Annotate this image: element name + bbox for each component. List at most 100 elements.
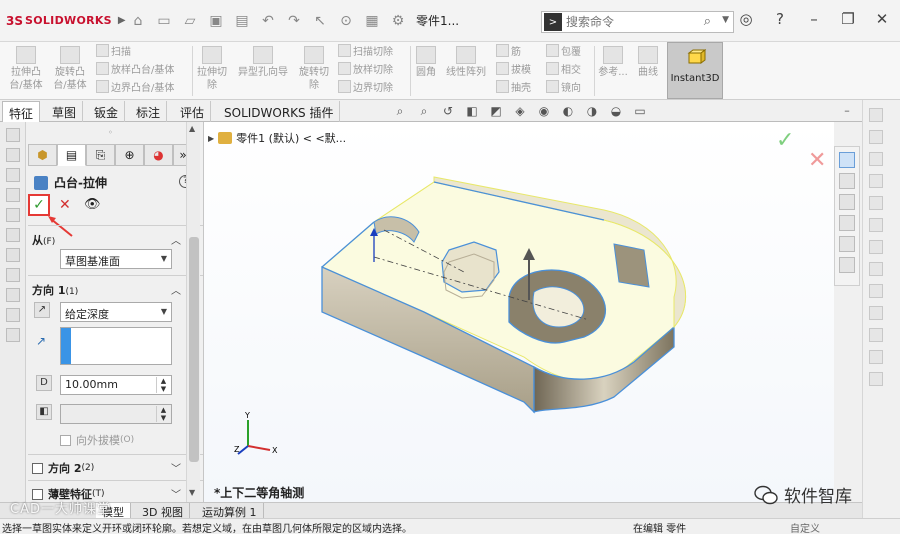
graphics-area[interactable]: ▶ 零件1 (默认) < <默... ✓ ✕ Y X Z *上下二等角轴测 <box>204 122 834 502</box>
expand-chevron-icon[interactable]: ﹀ <box>171 460 181 475</box>
depth-input[interactable]: 10.00mm ▲ ▼ <box>60 375 172 395</box>
search-dropdown-icon[interactable]: ▼ <box>722 15 729 25</box>
rib-button[interactable]: 筋 <box>496 44 521 59</box>
loft-cut-button[interactable]: 放样切除 <box>338 62 393 77</box>
restore-icon[interactable]: ❐ <box>838 10 858 28</box>
loft-button[interactable]: 放样凸台/基体 <box>96 62 174 77</box>
undo-icon[interactable]: ↶ <box>258 11 278 31</box>
feature-manager-tab-icon[interactable]: ⬢ <box>28 144 57 166</box>
fillet-button[interactable]: 圆角 <box>414 46 438 79</box>
tool-icon[interactable] <box>869 328 883 342</box>
panel-grip-icon[interactable]: ◦ <box>108 128 113 137</box>
view-palette-icon[interactable] <box>839 215 855 231</box>
new-document-icon[interactable]: ▭ <box>154 11 174 31</box>
save-icon[interactable]: ▣ <box>206 11 226 31</box>
scroll-down-icon[interactable]: ▼ <box>189 488 195 497</box>
options-gear-icon[interactable]: ⚙ <box>388 11 408 31</box>
hide-show-items-icon[interactable]: ◐ <box>560 103 576 119</box>
tool-icon[interactable] <box>869 350 883 364</box>
collapse-chevron-icon[interactable]: ︿ <box>171 232 181 247</box>
draft-outward-checkbox[interactable]: 向外拔模 (O) <box>60 432 134 448</box>
checkbox[interactable] <box>32 462 43 474</box>
revolve-boss-button[interactable]: 旋转凸台/基体 <box>50 46 90 92</box>
tool-icon[interactable] <box>5 168 20 182</box>
scroll-up-icon[interactable]: ▲ <box>189 124 195 133</box>
cancel-button[interactable]: ✕ <box>59 197 71 213</box>
sweep-button[interactable]: 扫描 <box>96 44 131 59</box>
open-folder-icon[interactable]: ▱ <box>180 11 200 31</box>
revolve-cut-button[interactable]: 旋转切除 <box>298 46 330 92</box>
tool-icon[interactable] <box>869 284 883 298</box>
draft-angle-input[interactable]: ▲ ▼ <box>60 404 172 424</box>
tab-sketch[interactable]: 草图 <box>46 101 84 122</box>
section-view-icon[interactable]: ◧ <box>464 103 480 119</box>
hole-wizard-button[interactable]: 异型孔向导 <box>234 46 292 79</box>
boundary-cut-button[interactable]: 边界切除 <box>338 80 393 95</box>
linear-pattern-button[interactable]: 线性阵列 <box>442 46 490 79</box>
spin-arrows-icon[interactable]: ▲ ▼ <box>156 377 170 393</box>
tool-icon[interactable] <box>869 218 883 232</box>
tab-evaluate[interactable]: 评估 <box>174 101 212 122</box>
from-select[interactable]: 草图基准面 ▼ <box>60 249 172 269</box>
tool-icon[interactable] <box>869 108 883 122</box>
redo-icon[interactable]: ↷ <box>284 11 304 31</box>
custom-units-status[interactable]: 自定义 <box>790 520 820 534</box>
expand-chevron-icon[interactable]: ﹀ <box>171 486 181 501</box>
property-manager-tab-icon[interactable]: ▤ <box>57 144 86 166</box>
from-section-title[interactable]: 从(F) <box>32 232 55 248</box>
edit-appearance-icon[interactable]: ◑ <box>584 103 600 119</box>
reverse-direction-icon[interactable]: ↗ <box>34 302 50 318</box>
reference-geometry-button[interactable]: 参考... <box>598 46 628 79</box>
select-cursor-icon[interactable]: ↖ <box>310 11 330 31</box>
minimize-icon[interactable]: – <box>804 10 824 28</box>
file-explorer-icon[interactable] <box>839 194 855 210</box>
tab-3d-view[interactable]: 3D 视图 <box>136 503 190 519</box>
tool-icon[interactable] <box>869 240 883 254</box>
tool-icon[interactable] <box>869 306 883 320</box>
zoom-to-fit-icon[interactable]: ⌕ <box>392 103 408 119</box>
tab-features[interactable]: 特征 <box>2 101 41 123</box>
tool-icon[interactable] <box>5 128 20 142</box>
rebuild-icon[interactable]: ⊙ <box>336 11 356 31</box>
zoom-area-icon[interactable]: ⌕ <box>416 103 432 119</box>
spin-arrows-icon[interactable]: ▲ ▼ <box>156 406 170 422</box>
solidworks-resources-icon[interactable] <box>839 152 855 168</box>
instant3d-button[interactable]: Instant3D <box>667 42 723 99</box>
home-icon[interactable]: ⌂ <box>128 11 148 31</box>
tool-icon[interactable] <box>5 228 20 242</box>
tab-motion-study[interactable]: 运动算例 1 <box>196 503 264 519</box>
tool-icon[interactable] <box>5 208 20 222</box>
tool-icon[interactable] <box>869 130 883 144</box>
wrap-button[interactable]: 包覆 <box>546 44 581 59</box>
checkbox[interactable] <box>60 434 71 446</box>
sweep-cut-button[interactable]: 扫描切除 <box>338 44 393 59</box>
dynamic-annotation-icon[interactable]: ◩ <box>488 103 504 119</box>
tab-sheet-metal[interactable]: 钣金 <box>88 101 126 122</box>
intersect-button[interactable]: 相交 <box>546 62 581 77</box>
shell-button[interactable]: 抽壳 <box>496 80 531 95</box>
tool-icon[interactable] <box>869 196 883 210</box>
tool-icon[interactable] <box>5 188 20 202</box>
close-icon[interactable]: ✕ <box>872 10 892 28</box>
doc-minimize-icon[interactable]: – <box>840 104 854 117</box>
tool-icon[interactable] <box>5 288 20 302</box>
display-style-icon[interactable]: ◉ <box>536 103 552 119</box>
previous-view-icon[interactable]: ↺ <box>440 103 456 119</box>
direction2-checkbox[interactable]: 方向 2 (2) <box>32 460 94 476</box>
tool-icon[interactable] <box>5 308 20 322</box>
extrude-cut-button[interactable]: 拉伸切除 <box>196 46 228 92</box>
help-icon[interactable]: ? <box>770 10 790 28</box>
direction-of-extrusion-field[interactable] <box>60 327 172 365</box>
configuration-manager-tab-icon[interactable]: ⎘ <box>86 144 115 166</box>
right-pocket[interactable] <box>613 243 650 288</box>
property-manager-scrollbar[interactable]: ▲ ▼ <box>186 122 200 502</box>
tab-markup[interactable]: 标注 <box>130 101 168 122</box>
dimxpert-tab-icon[interactable]: ⊕ <box>115 144 144 166</box>
solidworks-logo[interactable]: 3S SOLIDWORKS ▶ <box>0 14 126 28</box>
draft-button[interactable]: 拔模 <box>496 62 531 77</box>
detailed-preview-eye-icon[interactable]: 👁 <box>84 197 101 212</box>
appearances-icon[interactable] <box>839 236 855 252</box>
print-icon[interactable]: ▤ <box>232 11 252 31</box>
tool-icon[interactable] <box>869 372 883 386</box>
draft-on-off-icon[interactable]: ◧ <box>36 404 52 420</box>
